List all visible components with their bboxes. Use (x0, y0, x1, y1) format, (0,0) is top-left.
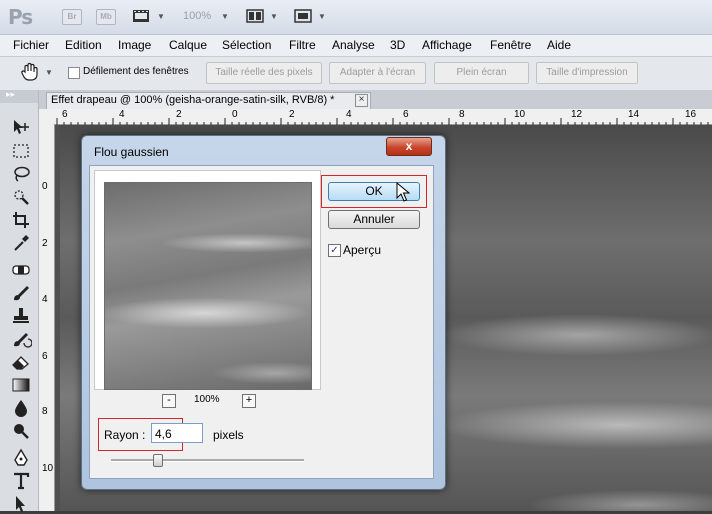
bridge-button[interactable]: Br (62, 9, 82, 25)
screen-mode-icon[interactable] (294, 8, 312, 24)
move-tool-icon[interactable] (10, 117, 32, 137)
menu-selection[interactable]: Sélection (222, 38, 271, 52)
menu-3d[interactable]: 3D (390, 38, 405, 52)
menu-image[interactable]: Image (118, 38, 151, 52)
dialog-title: Flou gaussien (94, 145, 169, 159)
healing-brush-tool-icon[interactable] (10, 260, 32, 280)
menu-fenetre[interactable]: Fenêtre (490, 38, 531, 52)
menu-analyse[interactable]: Analyse (332, 38, 375, 52)
fill-screen-button[interactable]: Plein écran (434, 62, 529, 84)
scroll-all-windows-checkbox[interactable] (68, 67, 80, 79)
zoom-level[interactable]: 100% (183, 10, 211, 22)
menu-affichage[interactable]: Affichage (422, 38, 472, 52)
radius-label: Rayon : (104, 428, 146, 442)
menu-aide[interactable]: Aide (547, 38, 571, 52)
eyedropper-tool-icon[interactable] (10, 233, 32, 253)
chevron-down-icon[interactable]: ▼ (157, 12, 165, 21)
ruler-tick-label: 4 (42, 294, 48, 305)
zoom-in-button[interactable]: + (242, 394, 256, 408)
preview-zoom-level: 100% (194, 394, 220, 405)
lasso-tool-icon[interactable] (10, 164, 32, 184)
crop-tool-icon[interactable] (10, 210, 32, 230)
path-selection-tool-icon[interactable] (10, 494, 32, 514)
blur-tool-icon[interactable] (10, 398, 32, 418)
zoom-out-button[interactable]: - (162, 394, 176, 408)
ruler-tick-label: 8 (42, 406, 48, 417)
radius-slider-thumb[interactable] (153, 454, 163, 467)
arrange-documents-icon[interactable] (246, 8, 264, 24)
ruler-tick-label: 0 (42, 181, 48, 192)
chevron-down-icon[interactable]: ▼ (318, 12, 326, 21)
mini-bridge-button[interactable]: Mb (96, 9, 116, 25)
brush-tool-icon[interactable] (10, 283, 32, 303)
gradient-tool-icon[interactable] (10, 375, 32, 395)
preview-label: Aperçu (343, 243, 382, 257)
menu-fichier[interactable]: Fichier (13, 38, 49, 52)
chevron-down-icon[interactable]: ▼ (270, 12, 278, 21)
chevron-down-icon[interactable]: ▼ (45, 68, 53, 77)
dodge-tool-icon[interactable] (10, 421, 32, 441)
eraser-tool-icon[interactable] (10, 352, 32, 372)
ruler-tick-label: 10 (42, 463, 54, 474)
menu-calque[interactable]: Calque (169, 38, 207, 52)
mouse-pointer-icon (396, 182, 410, 202)
type-tool-icon[interactable] (10, 471, 32, 491)
close-tab-icon[interactable]: × (355, 94, 368, 107)
film-strip-icon[interactable] (132, 8, 150, 24)
preview-checkbox[interactable]: ✓ (328, 244, 341, 257)
quick-selection-tool-icon[interactable] (10, 187, 32, 207)
scroll-all-windows-label: Défilement des fenêtres (83, 66, 189, 77)
tools-panel-header[interactable]: ▸▸ (0, 89, 38, 103)
menu-filtre[interactable]: Filtre (289, 38, 316, 52)
ruler-tick-label: 2 (42, 238, 48, 249)
menu-edition[interactable]: Edition (65, 38, 102, 52)
blur-preview-image[interactable] (104, 182, 312, 390)
history-brush-tool-icon[interactable] (10, 329, 32, 349)
actual-pixels-button[interactable]: Taille réelle des pixels (206, 62, 322, 84)
radius-input[interactable]: 4,6 (151, 423, 203, 443)
radius-slider-track[interactable] (111, 459, 304, 462)
marquee-tool-icon[interactable] (10, 141, 32, 161)
close-dialog-icon[interactable]: x (386, 137, 432, 156)
radius-unit-label: pixels (213, 428, 244, 442)
cancel-button[interactable]: Annuler (328, 210, 420, 229)
document-tab-title: Effet drapeau @ 100% (geisha-orange-sati… (51, 94, 335, 106)
print-size-button[interactable]: Taille d'impression (536, 62, 638, 84)
chevron-down-icon[interactable]: ▼ (221, 12, 229, 21)
horizontal-ruler-ticks (56, 118, 709, 125)
photoshop-logo: Ps (8, 5, 33, 29)
hand-tool-icon[interactable] (19, 62, 41, 82)
pen-tool-icon[interactable] (10, 448, 32, 468)
clone-stamp-tool-icon[interactable] (10, 306, 32, 326)
ruler-tick-label: 6 (42, 351, 48, 362)
fit-screen-button[interactable]: Adapter à l'écran (329, 62, 426, 84)
